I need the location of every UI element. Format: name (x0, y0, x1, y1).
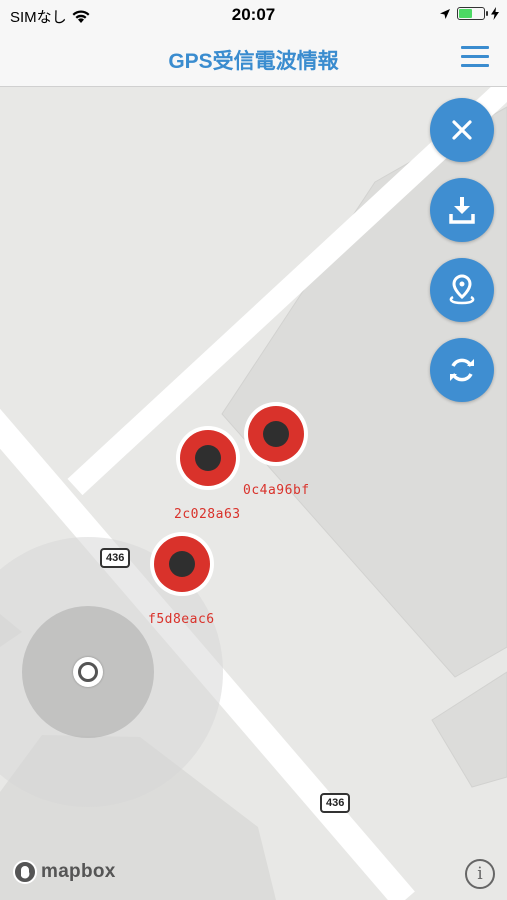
road-number-label: 436 (320, 793, 351, 813)
page-title: GPS受信電波情報 (168, 50, 339, 73)
download-icon (449, 197, 475, 224)
status-bar: SIMなし 20:07 (0, 0, 507, 32)
location-arrow-icon (440, 8, 450, 19)
close-icon (452, 120, 472, 140)
signal-marker[interactable] (150, 532, 214, 596)
map-view[interactable]: 436 436 0c4a96bf 2c028a63 f5d8eac6 mapbo… (0, 87, 507, 900)
marker-label: f5d8eac6 (148, 612, 215, 627)
mapbox-logo[interactable]: mapbox (12, 859, 116, 885)
hamburger-line (461, 55, 489, 58)
menu-button[interactable] (461, 46, 489, 70)
mapbox-icon (13, 860, 37, 884)
marker-dot (195, 445, 221, 471)
right-status (439, 7, 499, 20)
attribution-info-button[interactable]: i (465, 859, 495, 889)
marker-dot (169, 551, 195, 577)
refresh-button[interactable] (430, 338, 494, 402)
hamburger-menu-icon (461, 46, 489, 49)
charging-bolt-icon (491, 7, 499, 20)
user-location-dot (73, 657, 103, 687)
user-location-ring (78, 662, 98, 682)
marker-dot (263, 421, 289, 447)
road-number-label: 436 (100, 548, 131, 568)
close-button[interactable] (430, 98, 494, 162)
location-pin-icon (449, 274, 475, 305)
download-button[interactable] (430, 178, 494, 242)
refresh-icon (450, 358, 474, 382)
marker-label: 0c4a96bf (243, 483, 310, 498)
hamburger-line (461, 64, 489, 67)
signal-marker[interactable] (176, 426, 240, 490)
mapbox-wordmark: mapbox (41, 861, 116, 882)
navigation-bar: GPS受信電波情報 (0, 32, 507, 87)
building-block (431, 671, 507, 788)
status-time: 20:07 (231, 5, 276, 24)
battery-fill (459, 9, 472, 18)
battery-icon (457, 7, 488, 20)
location-pin-button[interactable] (430, 258, 494, 322)
signal-marker[interactable] (244, 402, 308, 466)
marker-label: 2c028a63 (174, 507, 241, 522)
